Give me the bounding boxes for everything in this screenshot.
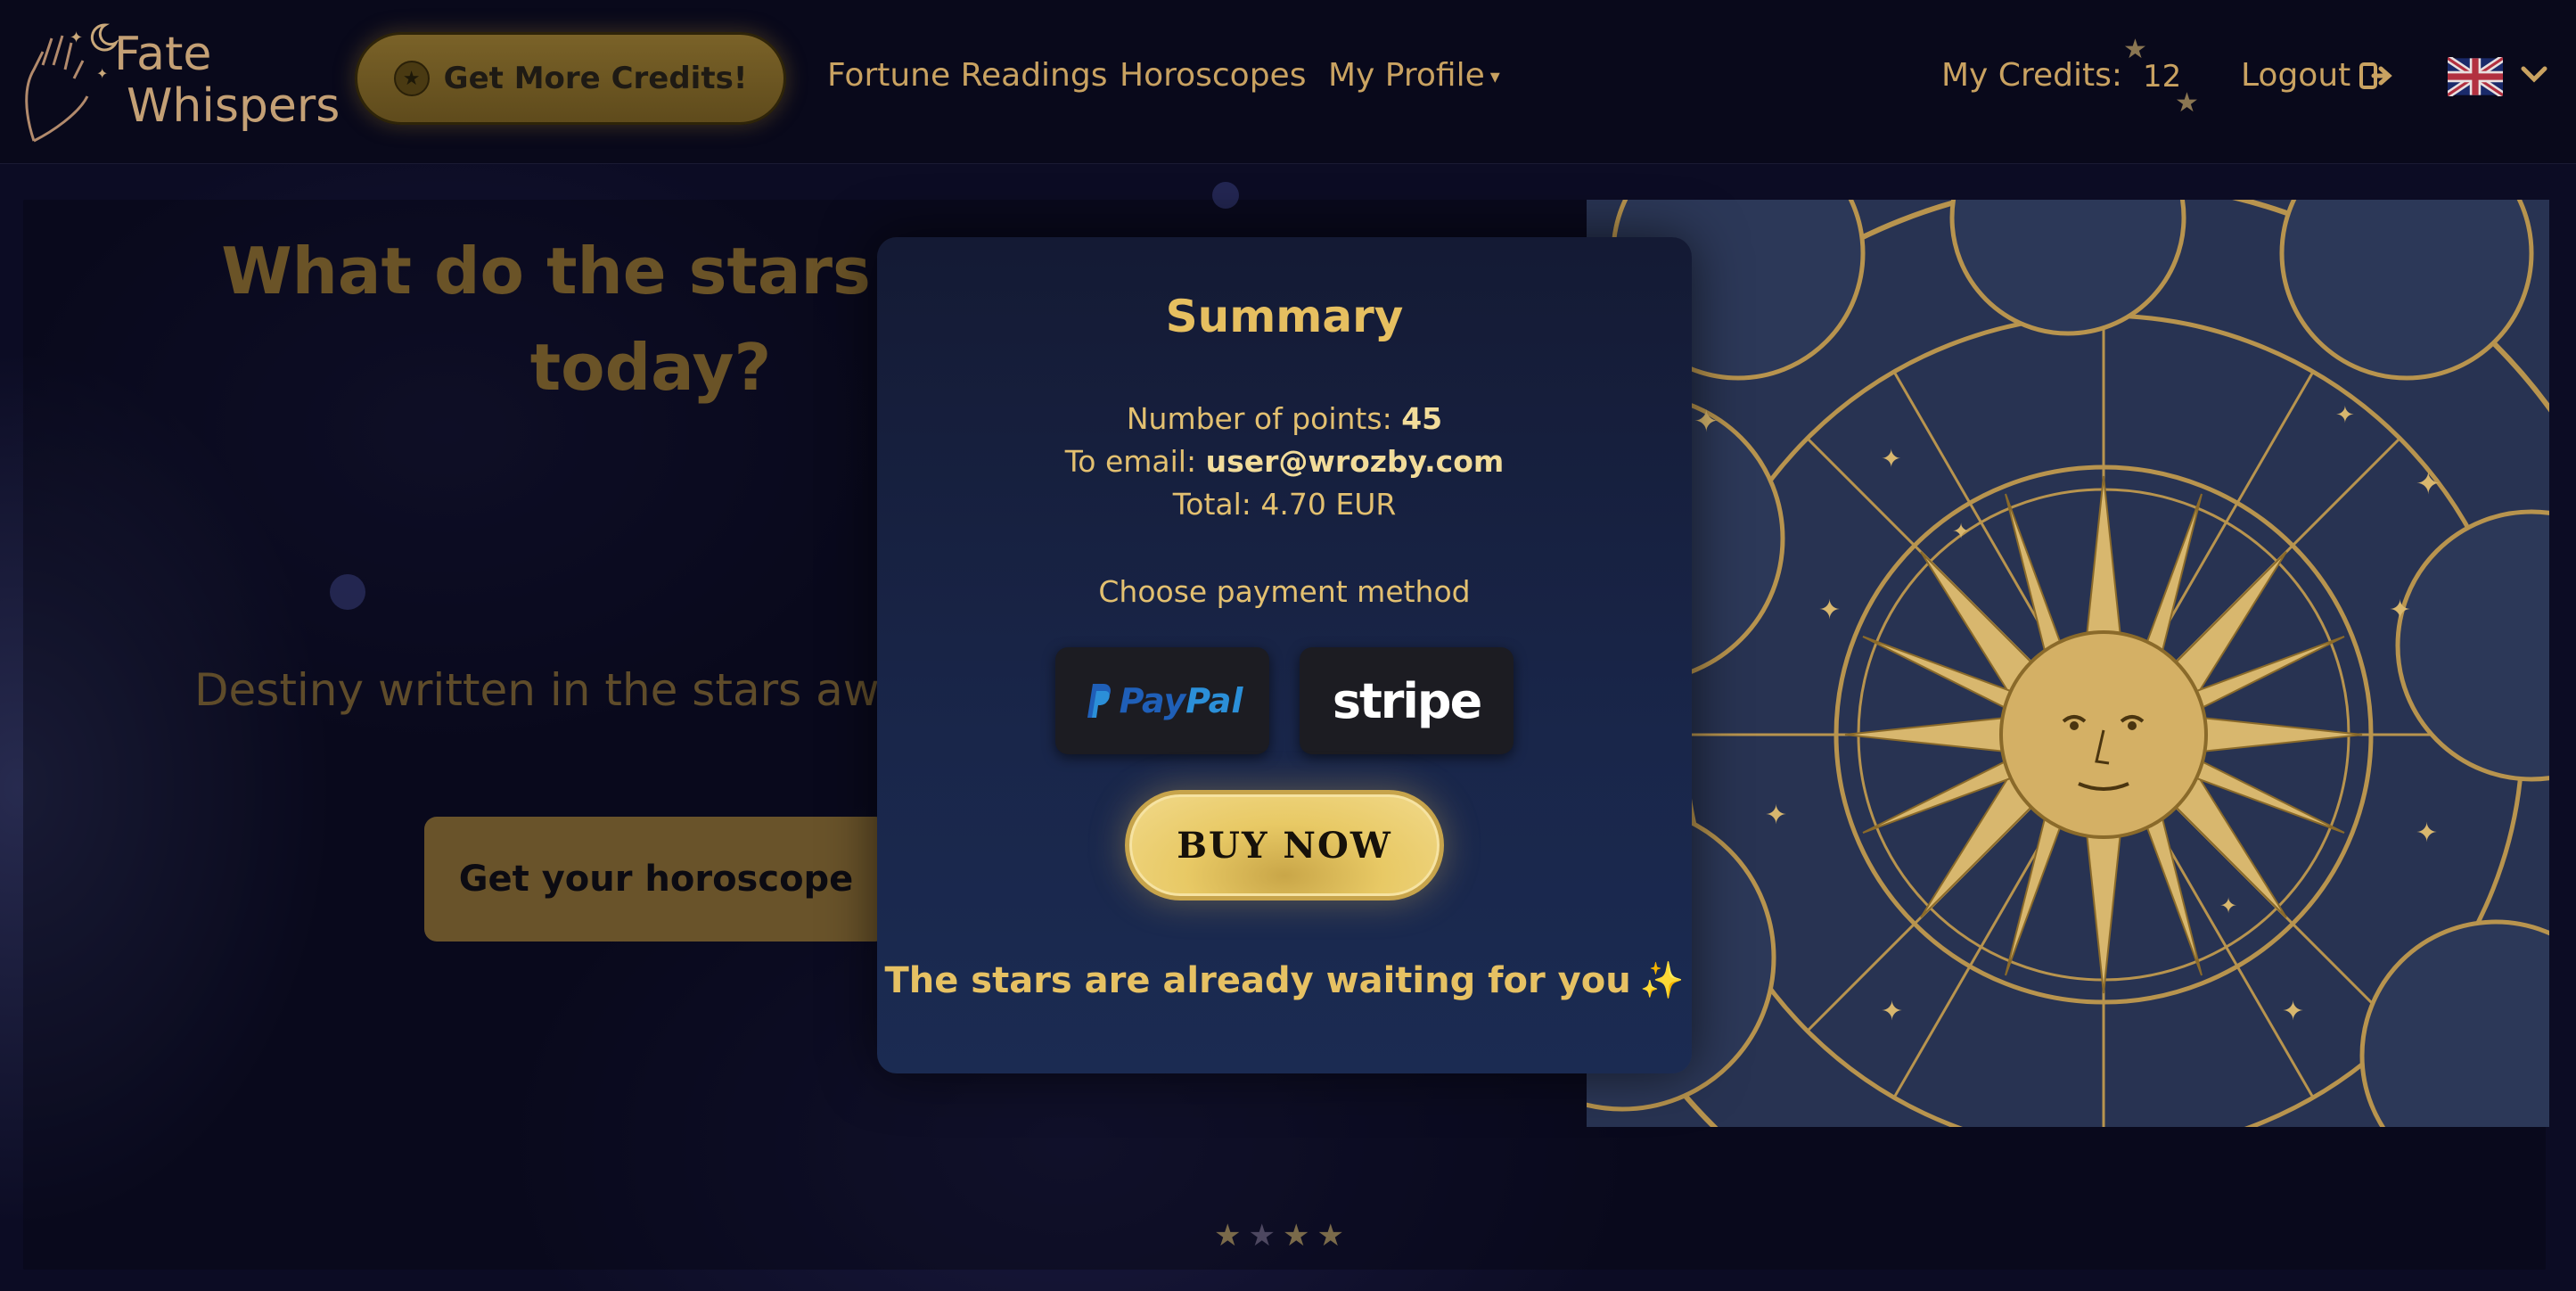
- svg-text:✦: ✦: [2335, 402, 2355, 429]
- paypal-pay: Pay: [1119, 681, 1186, 720]
- logout-button[interactable]: Logout: [2241, 57, 2393, 94]
- svg-text:✦: ✦: [1881, 996, 1903, 1027]
- paypal-pal: Pal: [1185, 681, 1243, 720]
- star-icon: ★: [1317, 1218, 1344, 1254]
- email-label: To email:: [1064, 444, 1197, 479]
- chevron-down-icon[interactable]: [2519, 59, 2549, 89]
- nav-link-horoscopes[interactable]: Horoscopes: [1120, 57, 1306, 94]
- svg-text:✦: ✦: [96, 65, 108, 82]
- logo-line2: Whispers: [127, 79, 340, 133]
- paypal-p-icon: [1087, 684, 1111, 718]
- svg-text:✦: ✦: [2282, 996, 2304, 1027]
- svg-text:✦: ✦: [1694, 404, 1719, 440]
- top-navbar: ✦ ✦ Fate Whispers ★ Get More Credits! Fo…: [0, 0, 2576, 164]
- sparkles-icon: ✨: [1639, 960, 1685, 1001]
- star-icon: ★: [1248, 1218, 1276, 1254]
- modal-title: Summary: [1165, 291, 1404, 342]
- svg-text:✦: ✦: [1952, 519, 1970, 544]
- star-icon: ★: [1282, 1218, 1310, 1254]
- svg-text:✦: ✦: [2389, 595, 2411, 626]
- stripe-button[interactable]: stripe: [1300, 647, 1514, 754]
- logo-text: Fate Whispers: [114, 29, 340, 132]
- points-label: Number of points:: [1126, 401, 1392, 436]
- get-more-credits-label: Get More Credits!: [443, 61, 748, 96]
- nebula-dot: [1212, 182, 1239, 209]
- choose-payment-label: Choose payment method: [1098, 574, 1471, 609]
- payment-summary-modal: Summary Number of points: 45 To email: u…: [877, 237, 1692, 1073]
- star-icon: ★: [1214, 1218, 1242, 1254]
- stars-waiting-text: The stars are already waiting for you ✨: [877, 959, 1692, 1001]
- svg-text:✦: ✦: [1765, 800, 1787, 831]
- buy-now-button[interactable]: BUY NOW: [1125, 790, 1444, 900]
- get-horoscope-button[interactable]: Get your horoscope: [424, 817, 888, 942]
- star-icon: ★: [2175, 87, 2199, 119]
- email-line: To email: user@wrozby.com: [877, 444, 1692, 479]
- points-value: 45: [1401, 401, 1443, 436]
- hand-moon-icon: ✦ ✦: [25, 23, 119, 143]
- stripe-wordmark: stripe: [1332, 672, 1482, 729]
- svg-text:✦: ✦: [2416, 818, 2438, 849]
- rating-stars: ★ ★ ★ ★: [1214, 1218, 1344, 1254]
- zodiac-wheel-icon: ✦ ✦ ✦ ✦ ✦ ✦ ✦ ✦ ✦ ✦ ✦ ✦: [1587, 200, 2549, 1127]
- zodiac-sun-illustration: ✦ ✦ ✦ ✦ ✦ ✦ ✦ ✦ ✦ ✦ ✦ ✦: [1587, 200, 2549, 1127]
- svg-text:✦: ✦: [2416, 466, 2441, 502]
- logo-line1: Fate: [114, 28, 212, 81]
- paypal-wordmark: PayPal: [1120, 681, 1243, 720]
- caret-down-icon: ▾: [1489, 65, 1500, 88]
- get-more-credits-button[interactable]: ★ Get More Credits!: [355, 32, 786, 125]
- uk-flag-icon[interactable]: [2448, 57, 2503, 96]
- fate-whispers-logo[interactable]: ✦ ✦ Fate Whispers: [16, 16, 340, 145]
- paypal-button[interactable]: PayPal: [1055, 647, 1269, 754]
- star-coin-icon: ★: [393, 61, 430, 96]
- my-profile-label: My Profile: [1328, 57, 1485, 94]
- svg-text:✦: ✦: [1818, 595, 1841, 626]
- nav-link-my-profile[interactable]: My Profile ▾: [1328, 57, 1500, 94]
- email-value: user@wrozby.com: [1205, 444, 1505, 479]
- stars-waiting-label: The stars are already waiting for you: [884, 960, 1631, 1001]
- nebula-dot: [330, 574, 365, 610]
- points-line: Number of points: 45: [877, 401, 1692, 436]
- svg-text:✦: ✦: [1881, 444, 1901, 473]
- my-credits-label: My Credits:: [1941, 57, 2122, 94]
- logout-icon: [2359, 62, 2393, 89]
- svg-text:✦: ✦: [70, 29, 83, 47]
- logout-label: Logout: [2241, 57, 2351, 94]
- total-line: Total: 4.70 EUR: [1172, 487, 1397, 522]
- svg-text:✦: ✦: [2219, 893, 2237, 918]
- nav-link-fortune-readings[interactable]: Fortune Readings: [827, 57, 1107, 94]
